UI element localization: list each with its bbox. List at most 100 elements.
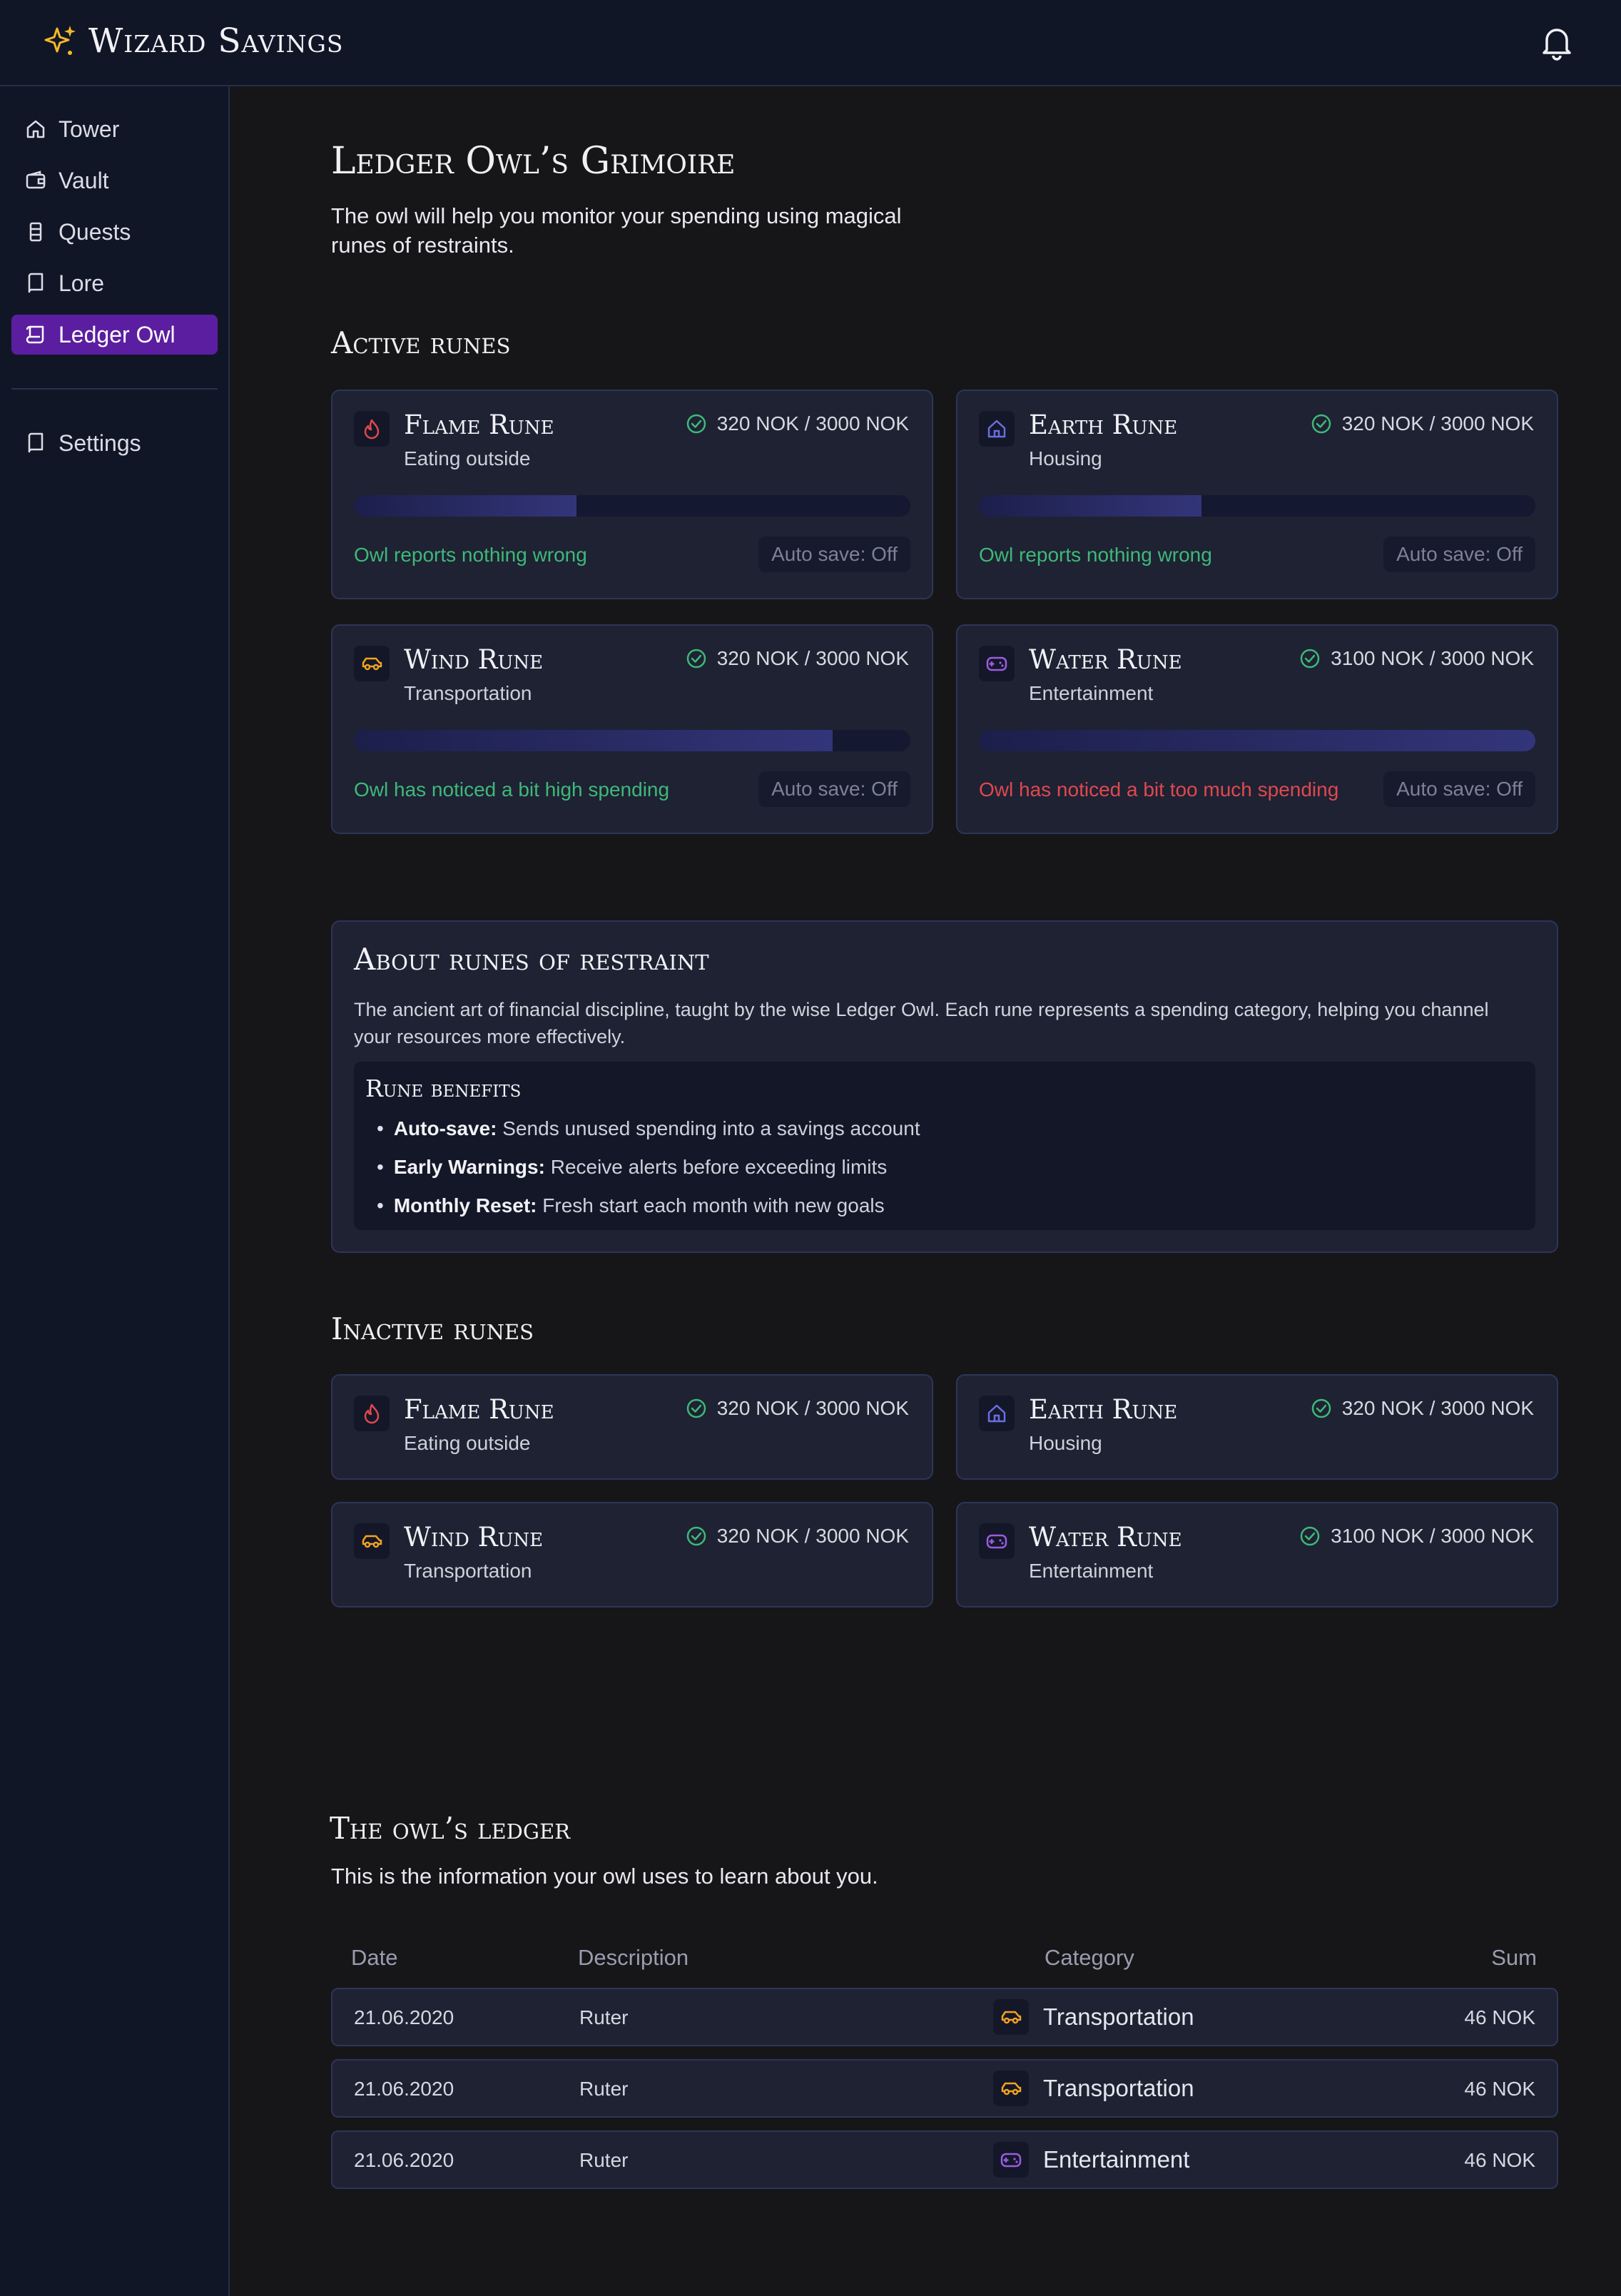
benefit-item: Auto-save: Sends unused spending into a … <box>377 1117 920 1140</box>
rune-amount: 3100 NOK / 3000 NOK <box>1299 647 1534 670</box>
column-header-category[interactable]: Category <box>1045 1945 1134 1971</box>
inactive-rune-card-flame[interactable]: Flame Rune Eating outside 320 NOK / 3000… <box>331 1374 933 1480</box>
book-icon <box>28 432 44 453</box>
bell-icon[interactable] <box>1540 24 1574 61</box>
check-circle-icon <box>686 1398 706 1418</box>
gamepad-icon <box>979 1523 1015 1559</box>
sidebar-item-label: Settings <box>59 430 141 456</box>
wallet-icon <box>26 171 46 189</box>
autosave-toggle[interactable]: Auto save: Off <box>758 537 910 572</box>
sidebar: Tower Vault Quests Lore Ledger Owl Setti… <box>0 86 230 2296</box>
active-runes-title: Active runes <box>331 325 511 360</box>
rune-card-flame[interactable]: Flame Rune Eating outside 320 NOK / 3000… <box>331 390 933 599</box>
home-icon <box>26 120 45 138</box>
rune-status: Owl has noticed a bit high spending <box>354 778 670 801</box>
rune-category: Transportation <box>404 682 532 704</box>
benefits-title: Rune benefits <box>365 1075 522 1102</box>
row-sum: 46 NOK <box>1464 2149 1535 2171</box>
rune-amount-text: 3100 NOK / 3000 NOK <box>1331 1525 1534 1547</box>
rune-category: Eating outside <box>404 1432 531 1454</box>
rune-name: Wind Rune <box>404 644 544 675</box>
rune-amount: 320 NOK / 3000 NOK <box>686 412 909 435</box>
rune-name: Water Rune <box>1029 644 1182 675</box>
rune-card-earth[interactable]: Earth Rune Housing 320 NOK / 3000 NOK Ow… <box>956 390 1558 599</box>
rune-progress-bar <box>354 730 910 751</box>
inactive-rune-card-wind[interactable]: Wind Rune Transportation 320 NOK / 3000 … <box>331 1502 933 1607</box>
rune-progress-bar <box>979 495 1535 517</box>
table-row[interactable]: 21.06.2020 Ruter Entertainment 46 NOK <box>331 2130 1558 2189</box>
inactive-runes-title: Inactive runes <box>331 1311 534 1346</box>
rune-amount: 320 NOK / 3000 NOK <box>1311 412 1534 435</box>
rune-name: Wind Rune <box>404 1522 544 1553</box>
row-date: 21.06.2020 <box>354 2149 454 2171</box>
inactive-rune-card-water[interactable]: Water Rune Entertainment 3100 NOK / 3000… <box>956 1502 1558 1607</box>
rune-amount: 320 NOK / 3000 NOK <box>686 647 909 670</box>
gamepad-icon <box>979 646 1015 681</box>
sidebar-item-vault[interactable]: Vault <box>11 161 218 200</box>
table-row[interactable]: 21.06.2020 Ruter Transportation 46 NOK <box>331 1988 1558 2046</box>
rune-category: Transportation <box>404 1560 532 1582</box>
rune-name: Earth Rune <box>1029 1394 1178 1425</box>
rune-category: Housing <box>1029 1432 1102 1454</box>
book-icon <box>28 273 44 293</box>
row-sum: 46 NOK <box>1464 2006 1535 2028</box>
rune-category: Entertainment <box>1029 1560 1154 1582</box>
flame-icon <box>354 1396 390 1431</box>
autosave-toggle[interactable]: Auto save: Off <box>758 771 910 807</box>
rune-name: Earth Rune <box>1029 410 1178 440</box>
column-header-description[interactable]: Description <box>578 1945 688 1971</box>
sidebar-divider <box>11 388 218 390</box>
ledger-title: The owl’s ledger <box>330 1811 571 1846</box>
check-circle-icon <box>686 649 706 669</box>
rune-amount: 320 NOK / 3000 NOK <box>686 1525 909 1548</box>
sidebar-item-lore[interactable]: Lore <box>11 263 218 303</box>
car-icon <box>354 1523 390 1559</box>
rune-status: Owl reports nothing wrong <box>979 544 1212 566</box>
top-header: Wizard Savings <box>0 0 1621 86</box>
rune-progress-fill <box>354 495 576 517</box>
rune-amount: 320 NOK / 3000 NOK <box>1311 1397 1534 1420</box>
rune-card-water[interactable]: Water Rune Entertainment 3100 NOK / 3000… <box>956 624 1558 834</box>
table-row[interactable]: 21.06.2020 Ruter Transportation 46 NOK <box>331 2059 1558 2118</box>
rune-progress-bar <box>354 495 910 517</box>
sidebar-item-tower[interactable]: Tower <box>11 109 218 149</box>
flame-icon <box>354 411 390 447</box>
sidebar-item-quests[interactable]: Quests <box>11 212 218 252</box>
rune-amount-text: 320 NOK / 3000 NOK <box>716 1397 909 1419</box>
gamepad-icon <box>993 2142 1029 2178</box>
sidebar-item-ledger-owl[interactable]: Ledger Owl <box>11 315 218 355</box>
autosave-toggle[interactable]: Auto save: Off <box>1383 771 1535 807</box>
rune-amount: 320 NOK / 3000 NOK <box>686 1397 909 1420</box>
benefits-box: Rune benefits Auto-save: Sends unused sp… <box>354 1062 1535 1230</box>
sidebar-item-label: Vault <box>59 167 109 193</box>
inactive-rune-card-earth[interactable]: Earth Rune Housing 320 NOK / 3000 NOK <box>956 1374 1558 1480</box>
rune-status: Owl has noticed a bit too much spending <box>979 778 1339 801</box>
row-category: Entertainment <box>1043 2146 1190 2173</box>
rune-progress-fill <box>354 730 833 751</box>
benefit-item: Early Warnings: Receive alerts before ex… <box>377 1156 887 1179</box>
column-header-date[interactable]: Date <box>351 1945 397 1971</box>
sidebar-item-settings[interactable]: Settings <box>11 423 218 463</box>
autosave-toggle[interactable]: Auto save: Off <box>1383 537 1535 572</box>
row-category: Transportation <box>1043 2075 1194 2101</box>
check-circle-icon <box>686 414 706 434</box>
rune-category: Housing <box>1029 447 1102 469</box>
row-description: Ruter <box>579 2149 629 2171</box>
check-circle-icon <box>1311 1398 1331 1418</box>
column-header-sum[interactable]: Sum <box>1491 1945 1537 1971</box>
house-icon <box>979 1396 1015 1431</box>
quest-icon <box>29 222 42 242</box>
about-panel: About runes of restraint The ancient art… <box>331 920 1558 1253</box>
row-description: Ruter <box>579 2006 629 2028</box>
rune-amount-text: 320 NOK / 3000 NOK <box>716 412 909 435</box>
app-title: Wizard Savings <box>88 21 344 61</box>
rune-amount: 3100 NOK / 3000 NOK <box>1299 1525 1534 1548</box>
rune-amount-text: 3100 NOK / 3000 NOK <box>1331 647 1534 669</box>
house-icon <box>979 411 1015 447</box>
rune-progress-fill <box>979 495 1201 517</box>
rune-progress-bar <box>979 730 1535 751</box>
rune-card-wind[interactable]: Wind Rune Transportation 320 NOK / 3000 … <box>331 624 933 834</box>
rune-category: Entertainment <box>1029 682 1154 704</box>
brand[interactable]: Wizard Savings <box>41 21 343 61</box>
check-circle-icon <box>1300 649 1320 669</box>
